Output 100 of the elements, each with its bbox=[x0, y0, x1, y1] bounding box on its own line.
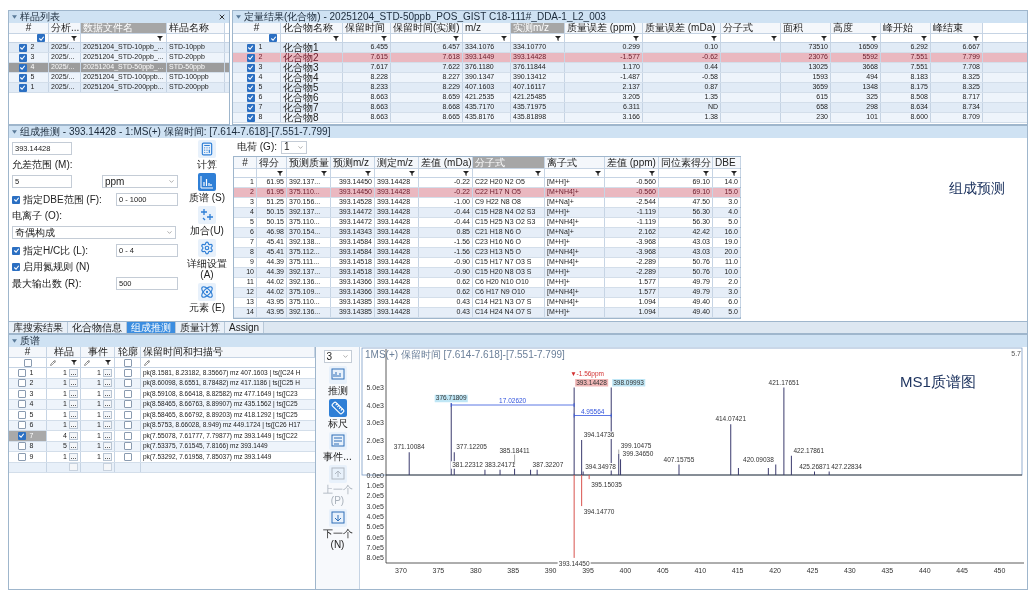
pencil-icon[interactable] bbox=[144, 359, 150, 366]
ellipsis-button[interactable] bbox=[69, 410, 78, 419]
tab[interactable]: 化合物信息 bbox=[68, 322, 127, 333]
checkbox[interactable] bbox=[17, 452, 26, 461]
checkbox[interactable] bbox=[17, 389, 26, 398]
checkbox[interactable] bbox=[246, 43, 255, 52]
column-header[interactable]: 事件 bbox=[81, 347, 115, 357]
column-header[interactable]: 峰结束 bbox=[931, 23, 983, 33]
column-header[interactable]: # bbox=[9, 23, 49, 33]
column-header[interactable]: 分子式 bbox=[721, 23, 781, 33]
column-header[interactable]: 同位素得分 bbox=[659, 157, 713, 168]
filter-icon[interactable] bbox=[649, 170, 655, 176]
ellipsis-button[interactable] bbox=[69, 452, 78, 461]
checkbox[interactable] bbox=[23, 358, 32, 367]
checkbox[interactable] bbox=[17, 400, 26, 409]
column-header[interactable]: 离子式 bbox=[545, 157, 605, 168]
dropdown[interactable]: 1 bbox=[281, 140, 307, 154]
close-icon[interactable] bbox=[218, 13, 226, 21]
filter-icon[interactable] bbox=[365, 170, 371, 176]
collapse-icon[interactable] bbox=[12, 339, 17, 343]
column-header[interactable]: 化合物名称 bbox=[281, 23, 343, 33]
column-header[interactable]: 峰开始 bbox=[881, 23, 931, 33]
checkbox[interactable] bbox=[246, 63, 255, 72]
checkbox[interactable] bbox=[123, 358, 132, 367]
pencil-icon[interactable] bbox=[50, 359, 56, 366]
checkbox[interactable] bbox=[17, 431, 26, 440]
ellipsis-button[interactable] bbox=[103, 400, 112, 409]
filter-icon[interactable] bbox=[453, 35, 459, 41]
checkbox[interactable] bbox=[18, 63, 27, 72]
column-header[interactable]: # bbox=[234, 157, 257, 168]
column-header[interactable]: # bbox=[233, 23, 281, 33]
tab[interactable]: 质量计算 bbox=[176, 322, 225, 333]
toolbar-button[interactable]: 下一个 (N) bbox=[316, 509, 359, 550]
checkbox[interactable] bbox=[123, 368, 132, 377]
checkbox[interactable] bbox=[123, 431, 132, 440]
dropdown[interactable]: 奇偶构成 bbox=[12, 226, 176, 239]
checkbox[interactable] bbox=[246, 113, 255, 122]
ellipsis-button[interactable] bbox=[69, 389, 78, 398]
toolbar-button[interactable]: 事件... bbox=[323, 432, 352, 462]
filter-icon[interactable] bbox=[821, 35, 827, 41]
filter-icon[interactable] bbox=[157, 35, 163, 41]
filter-icon[interactable] bbox=[555, 35, 561, 41]
filter-icon[interactable] bbox=[731, 170, 737, 176]
column-header[interactable]: 高度 bbox=[831, 23, 881, 33]
filter-icon[interactable] bbox=[973, 35, 979, 41]
column-header[interactable]: 保留时间 bbox=[343, 23, 391, 33]
tool-button[interactable]: 质谱 (S) bbox=[188, 173, 226, 203]
filter-icon[interactable] bbox=[409, 170, 415, 176]
tab[interactable]: Assign bbox=[225, 322, 264, 333]
ellipsis-button[interactable] bbox=[69, 421, 78, 430]
checkbox[interactable] bbox=[18, 73, 27, 82]
filter-icon[interactable] bbox=[771, 35, 777, 41]
checkbox[interactable] bbox=[123, 389, 132, 398]
column-header[interactable]: 测定m/z bbox=[375, 157, 419, 168]
column-header[interactable]: 样品名称 bbox=[167, 23, 225, 33]
checkbox[interactable] bbox=[246, 73, 255, 82]
dropdown[interactable]: ppm bbox=[102, 175, 178, 188]
dropdown[interactable]: 3 bbox=[323, 350, 352, 363]
column-header[interactable]: 保留时间和扫描号 bbox=[141, 347, 315, 357]
filter-icon[interactable] bbox=[703, 170, 709, 176]
checkbox[interactable] bbox=[246, 83, 255, 92]
checkbox[interactable] bbox=[18, 83, 27, 92]
column-header[interactable]: DBE bbox=[713, 157, 741, 168]
column-header[interactable]: 分析... bbox=[49, 23, 81, 33]
checkbox[interactable] bbox=[123, 421, 132, 430]
column-header[interactable]: m/z bbox=[463, 23, 511, 33]
column-header[interactable]: 面积 bbox=[781, 23, 831, 33]
column-header[interactable]: 轮廓 bbox=[115, 347, 141, 357]
column-header[interactable]: 质量误差 (ppm) bbox=[565, 23, 643, 33]
filter-icon[interactable] bbox=[333, 35, 339, 41]
checkbox[interactable] bbox=[123, 410, 132, 419]
filter-icon[interactable] bbox=[463, 170, 469, 176]
ellipsis-button[interactable] bbox=[69, 431, 78, 440]
column-header[interactable]: 样品 bbox=[47, 347, 81, 357]
column-header[interactable]: 得分 bbox=[257, 157, 287, 168]
filter-icon[interactable] bbox=[321, 170, 327, 176]
column-header[interactable]: 差值 (ppm) bbox=[605, 157, 659, 168]
checkbox[interactable] bbox=[17, 442, 26, 451]
filter-icon[interactable] bbox=[277, 170, 283, 176]
checkbox[interactable] bbox=[12, 195, 20, 204]
ellipsis-button[interactable] bbox=[69, 442, 78, 451]
checkbox[interactable] bbox=[123, 442, 132, 451]
ellipsis-button[interactable] bbox=[103, 431, 112, 440]
checkbox[interactable] bbox=[246, 93, 255, 102]
filter-icon[interactable] bbox=[595, 170, 601, 176]
collapse-icon[interactable] bbox=[236, 15, 241, 19]
ellipsis-button[interactable] bbox=[103, 389, 112, 398]
ellipsis-button[interactable] bbox=[103, 442, 112, 451]
column-header[interactable]: 保留时间(实测) bbox=[391, 23, 463, 33]
tool-button[interactable]: 加合(U) bbox=[190, 206, 224, 236]
checkbox[interactable] bbox=[123, 379, 132, 388]
tool-button[interactable]: 详细设置 (A) bbox=[181, 239, 233, 280]
tab[interactable]: 库搜索结果 bbox=[9, 322, 68, 333]
checkbox[interactable] bbox=[17, 421, 26, 430]
tool-button[interactable]: 元素 (E) bbox=[188, 283, 226, 313]
column-header[interactable]: 差值 (mDa) bbox=[419, 157, 473, 168]
filter-icon[interactable] bbox=[105, 360, 111, 365]
column-header[interactable]: 预测质量 bbox=[287, 157, 331, 168]
filter-icon[interactable] bbox=[381, 35, 387, 41]
filter-icon[interactable] bbox=[921, 35, 927, 41]
